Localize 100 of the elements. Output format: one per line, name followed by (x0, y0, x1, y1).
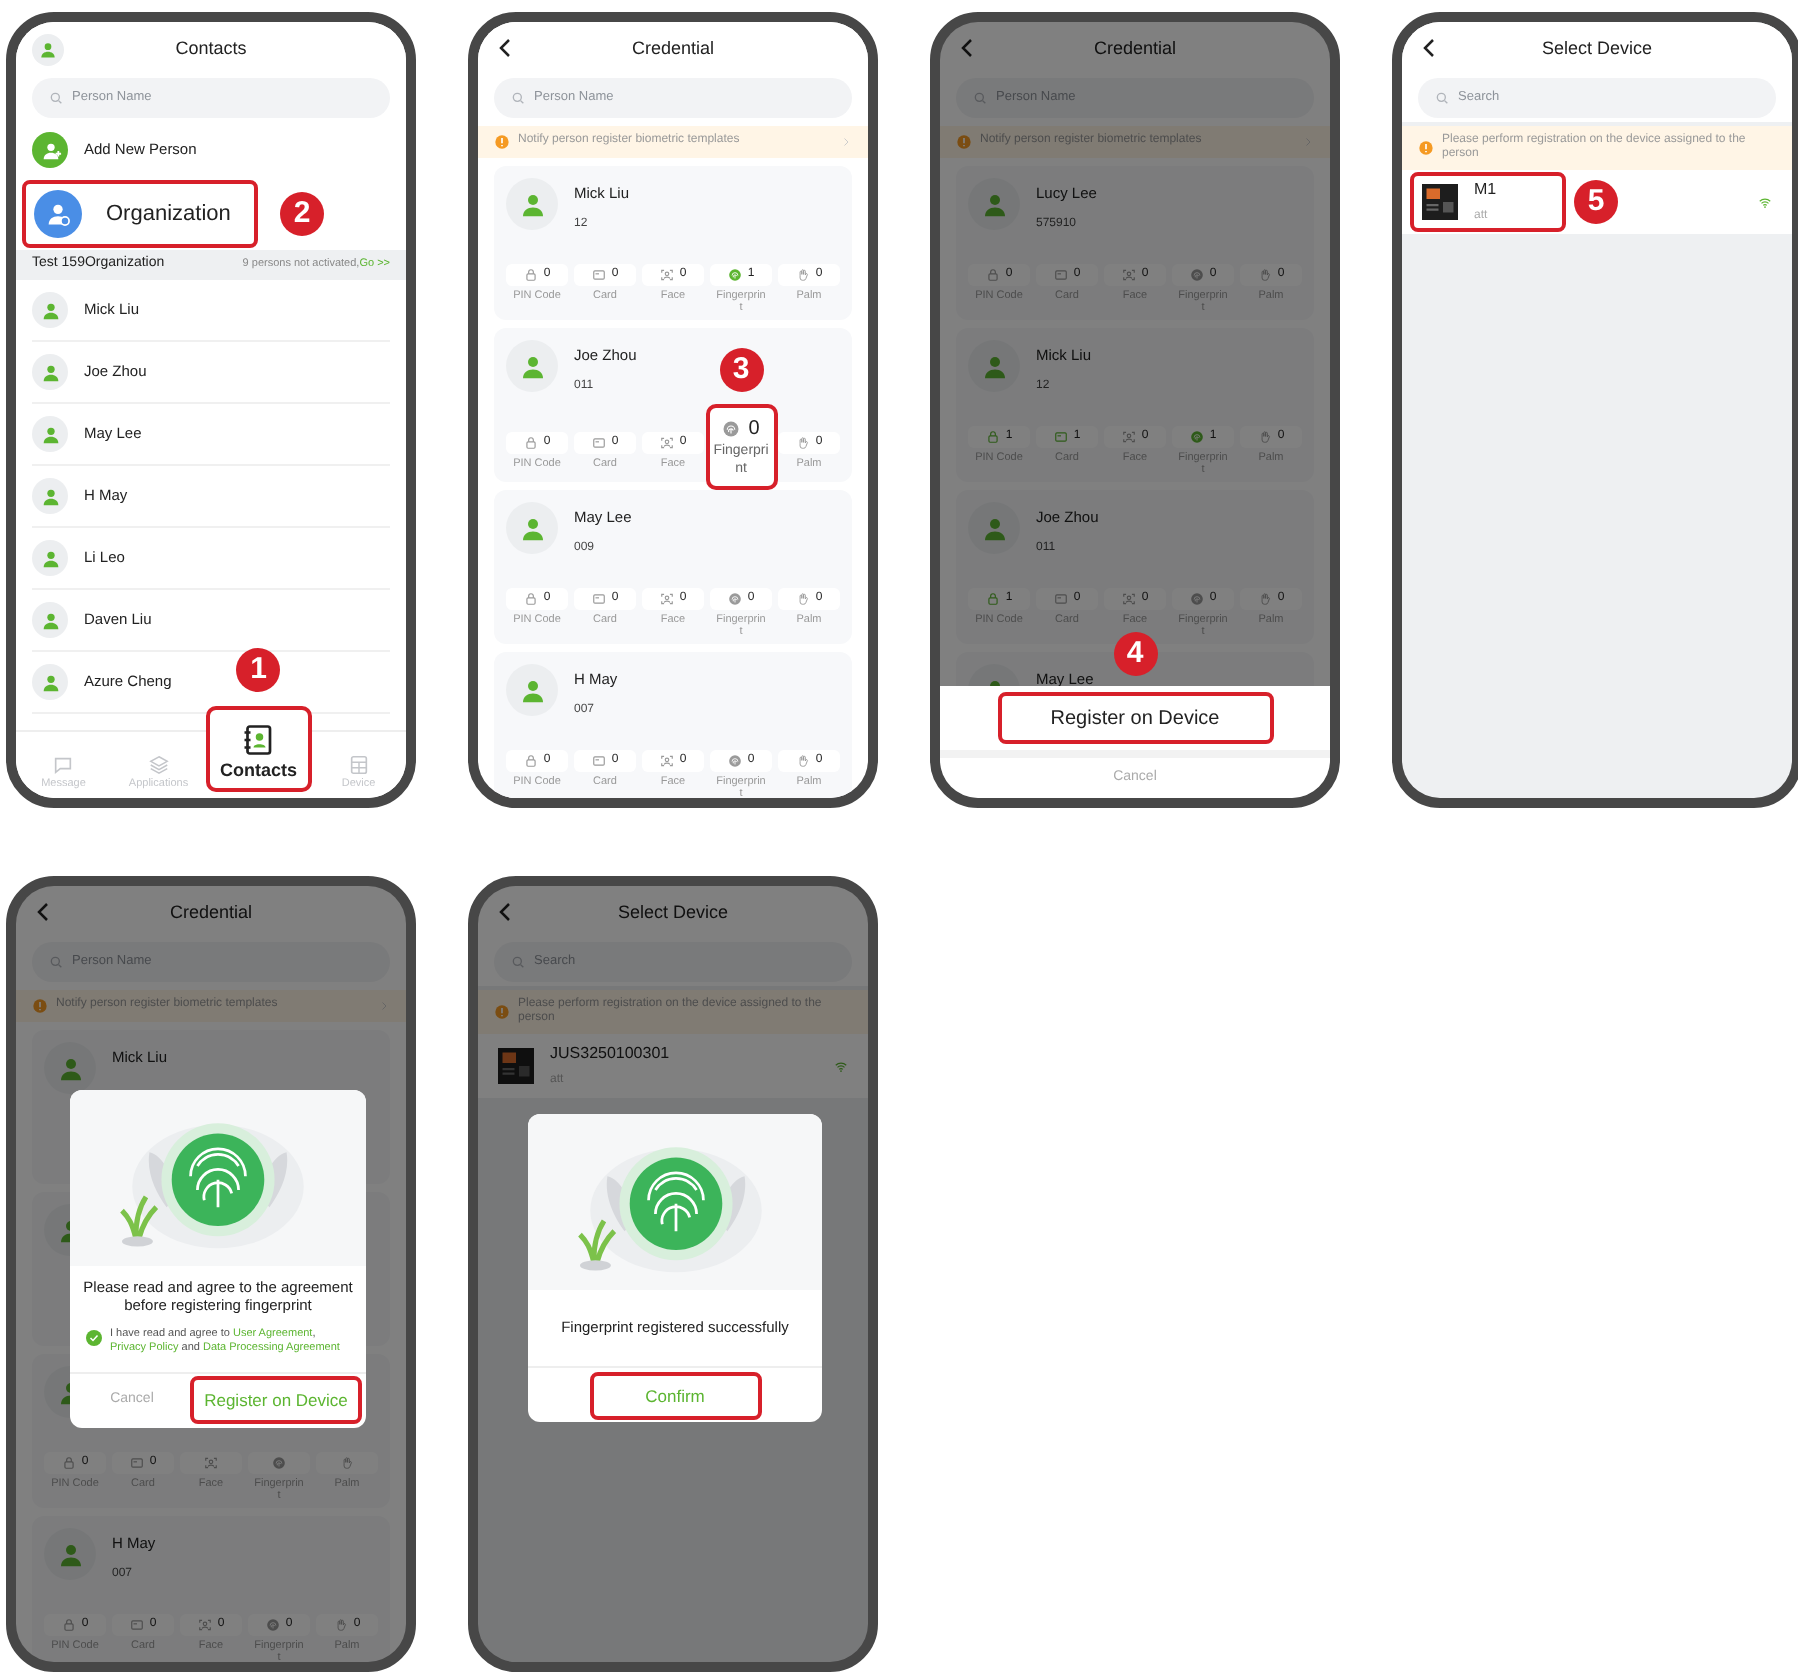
message-icon (52, 753, 75, 776)
tab[interactable]: Contacts (206, 705, 312, 792)
avatar-icon (968, 502, 1020, 554)
fingerprint-icon (265, 1617, 280, 1632)
card-icon (591, 753, 606, 768)
palm-icon (1257, 429, 1272, 444)
card-icon (129, 1617, 144, 1632)
lock-icon (61, 1617, 76, 1632)
chevron-right-icon (378, 1000, 390, 1012)
search-icon (1434, 90, 1450, 106)
step-number-badge: 3 (719, 348, 763, 392)
card-icon (1053, 267, 1068, 282)
step-number-badge: 2 (280, 192, 324, 236)
chevron-right-icon (840, 136, 852, 148)
avatar-icon (506, 502, 558, 554)
screen-title: Credential (631, 36, 715, 63)
warning-icon (494, 134, 510, 150)
agreement-checkbox[interactable] (86, 1329, 102, 1346)
lock-icon (523, 753, 538, 768)
face-scan-icon (197, 1617, 212, 1632)
palm-icon (795, 591, 810, 606)
card-icon (591, 591, 606, 606)
step-number-badge: 5 (1574, 180, 1618, 225)
palm-icon (795, 753, 810, 768)
face-scan-icon (1121, 429, 1136, 444)
lock-icon (985, 591, 1000, 606)
screen-title: Select Device (1541, 36, 1653, 63)
lock-icon (523, 267, 538, 282)
search-icon (48, 954, 64, 970)
add-person-icon (32, 132, 68, 168)
warning-icon (32, 998, 48, 1014)
device-grid-icon (347, 753, 370, 776)
palm-icon (795, 436, 810, 450)
fingerprint-icon (1189, 267, 1204, 282)
avatar-icon (32, 664, 68, 700)
face-scan-icon (1121, 267, 1136, 282)
face-scan-icon (659, 753, 674, 768)
avatar-icon (32, 292, 68, 328)
palm-icon (1257, 591, 1272, 606)
avatar-icon (506, 664, 558, 716)
avatar-icon (32, 354, 68, 390)
card-icon (591, 436, 606, 450)
avatar-icon (968, 340, 1020, 392)
lock-icon (985, 267, 1000, 282)
fingerprint-icon (727, 753, 742, 768)
lock-icon (523, 436, 538, 450)
fingerprint-icon (272, 1455, 286, 1470)
fingerprint-icon (722, 420, 741, 438)
search-icon (48, 90, 64, 106)
layers-icon (147, 753, 170, 776)
avatar-icon (32, 540, 68, 576)
fingerprint-icon (1189, 429, 1204, 444)
organization-icon (34, 190, 82, 238)
wifi-icon (1758, 195, 1772, 210)
step-number-badge: 1 (236, 648, 281, 692)
avatar-icon (32, 34, 64, 66)
palm-icon (1257, 267, 1272, 282)
lock-icon (985, 429, 1000, 444)
avatar-icon (44, 1528, 96, 1580)
face-scan-icon (659, 436, 674, 450)
avatar-icon (32, 416, 68, 452)
fingerprint-icon (1189, 591, 1204, 606)
search-icon (510, 90, 526, 106)
face-scan-icon (659, 591, 674, 606)
card-icon (1053, 429, 1068, 444)
fingerprint-icon (727, 267, 742, 282)
screen-title: Select Device (617, 900, 729, 927)
face-scan-icon (204, 1455, 218, 1470)
face-scan-icon (1121, 591, 1136, 606)
palm-icon (333, 1617, 348, 1632)
credential-count[interactable] (180, 1451, 242, 1474)
screen-title: Contacts (175, 36, 247, 63)
lock-icon (523, 591, 538, 606)
device-thumbnail (498, 1048, 534, 1085)
warning-icon (956, 134, 972, 150)
search-icon (972, 90, 988, 106)
avatar-icon (968, 178, 1020, 230)
avatar-icon (32, 602, 68, 638)
lock-icon (61, 1455, 76, 1470)
palm-icon (340, 1455, 354, 1470)
fingerprint-icon (727, 591, 742, 606)
contact-book-icon (240, 721, 277, 757)
screen-title: Credential (1093, 36, 1177, 63)
action-button[interactable]: Register on Device (997, 692, 1273, 744)
credential-count[interactable] (248, 1451, 310, 1474)
action-button[interactable]: Register on Device (190, 1376, 362, 1425)
chevron-right-icon (1302, 136, 1314, 148)
card-icon (591, 267, 606, 282)
avatar-icon (32, 478, 68, 514)
palm-icon (795, 267, 810, 282)
warning-icon (494, 1004, 510, 1021)
device-thumbnail (1422, 184, 1458, 221)
card-icon (129, 1455, 144, 1470)
search-icon (510, 954, 526, 970)
face-scan-icon (659, 267, 674, 282)
screen-title: Credential (169, 900, 253, 927)
warning-icon (1418, 140, 1434, 157)
avatar-icon (506, 340, 558, 392)
credential-count[interactable] (316, 1451, 378, 1474)
action-button[interactable]: Confirm (589, 1371, 761, 1420)
